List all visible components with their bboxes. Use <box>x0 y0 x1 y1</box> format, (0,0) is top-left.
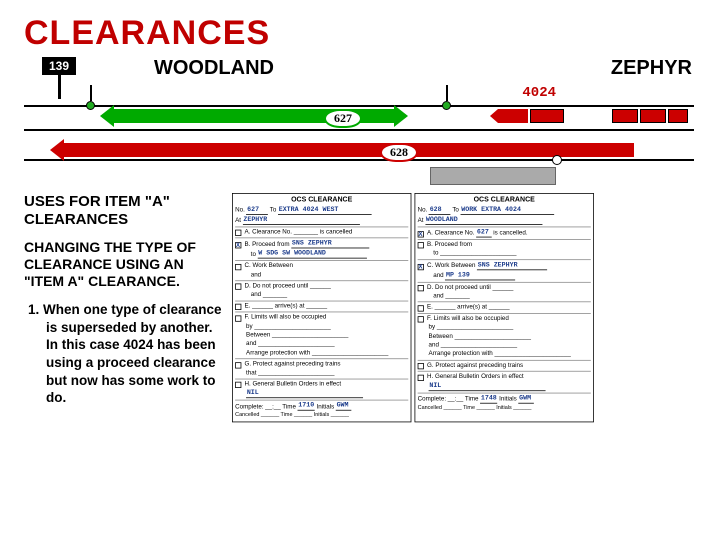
track-diagram: 139 WOODLAND ZEPHYR 4024 627 628 <box>24 55 696 185</box>
arrow-label-628: 628 <box>380 143 418 162</box>
station-woodland: WOODLAND <box>154 57 274 80</box>
changing-heading: CHANGING THE TYPE OF CLEARANCE USING AN … <box>24 239 224 289</box>
arrow-label-627: 627 <box>324 109 362 128</box>
station-zephyr: ZEPHYR <box>611 57 692 80</box>
engine-icon <box>498 109 528 123</box>
ocs-form-628: OCS CLEARANCE No. 628 To WORK EXTRA 4024… <box>415 193 594 422</box>
ocs-form-627: OCS CLEARANCE No. 627 To EXTRA 4024 WEST… <box>232 193 411 422</box>
train-number: 4024 <box>522 85 556 101</box>
uses-heading: USES FOR ITEM "A" CLEARANCES <box>24 193 224 229</box>
explanatory-text: USES FOR ITEM "A" CLEARANCES CHANGING TH… <box>24 193 224 487</box>
signal-dot-icon <box>552 155 562 165</box>
page-title: CLEARANCES <box>24 14 696 53</box>
body-paragraph: 1. When one type of clearance is superse… <box>24 301 224 406</box>
milepost-sign: 139 <box>42 57 76 99</box>
